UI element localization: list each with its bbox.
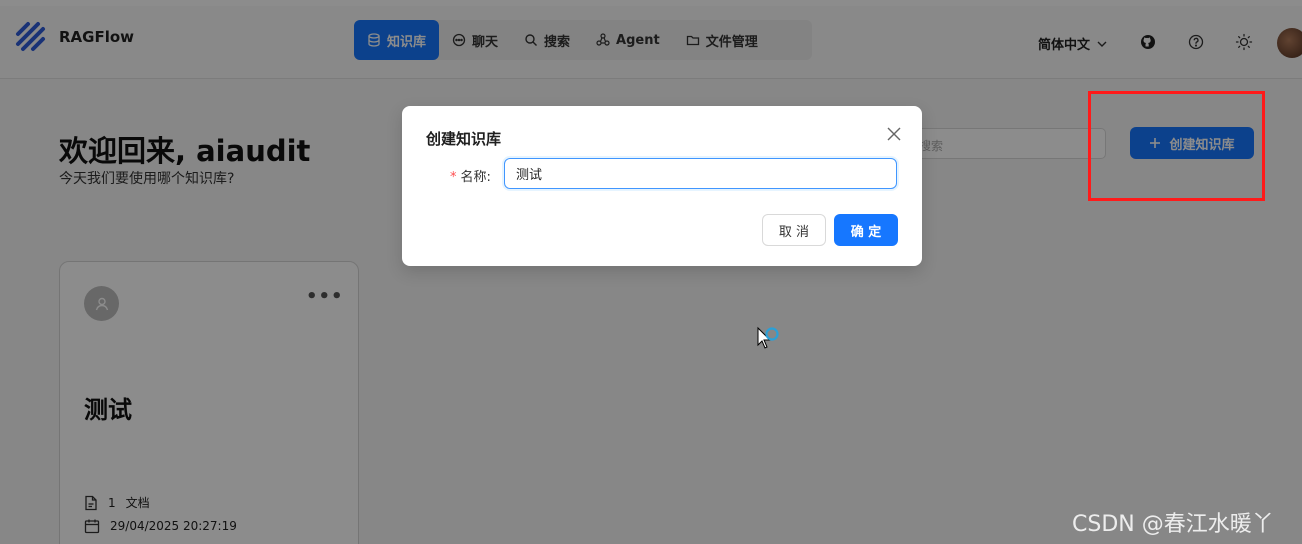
cancel-button[interactable]: 取 消 — [762, 214, 826, 246]
modal-overlay[interactable] — [0, 0, 1302, 544]
dialog-title: 创建知识库 — [426, 130, 502, 148]
create-knowledge-base-dialog: 创建知识库 *名称: 取 消 确 定 — [402, 106, 922, 266]
busy-cursor-icon — [756, 326, 782, 358]
name-label-text: 名称 — [460, 170, 487, 185]
confirm-button[interactable]: 确 定 — [834, 214, 898, 246]
name-field-label: * 名称: — [450, 166, 491, 185]
required-mark: * — [450, 170, 457, 185]
label-colon: : — [486, 170, 491, 185]
annotation-highlight-box — [1088, 91, 1265, 201]
close-icon[interactable] — [886, 126, 902, 142]
csdn-watermark: CSDN @春江水暖丫 — [1072, 512, 1274, 537]
name-input[interactable] — [504, 158, 897, 189]
